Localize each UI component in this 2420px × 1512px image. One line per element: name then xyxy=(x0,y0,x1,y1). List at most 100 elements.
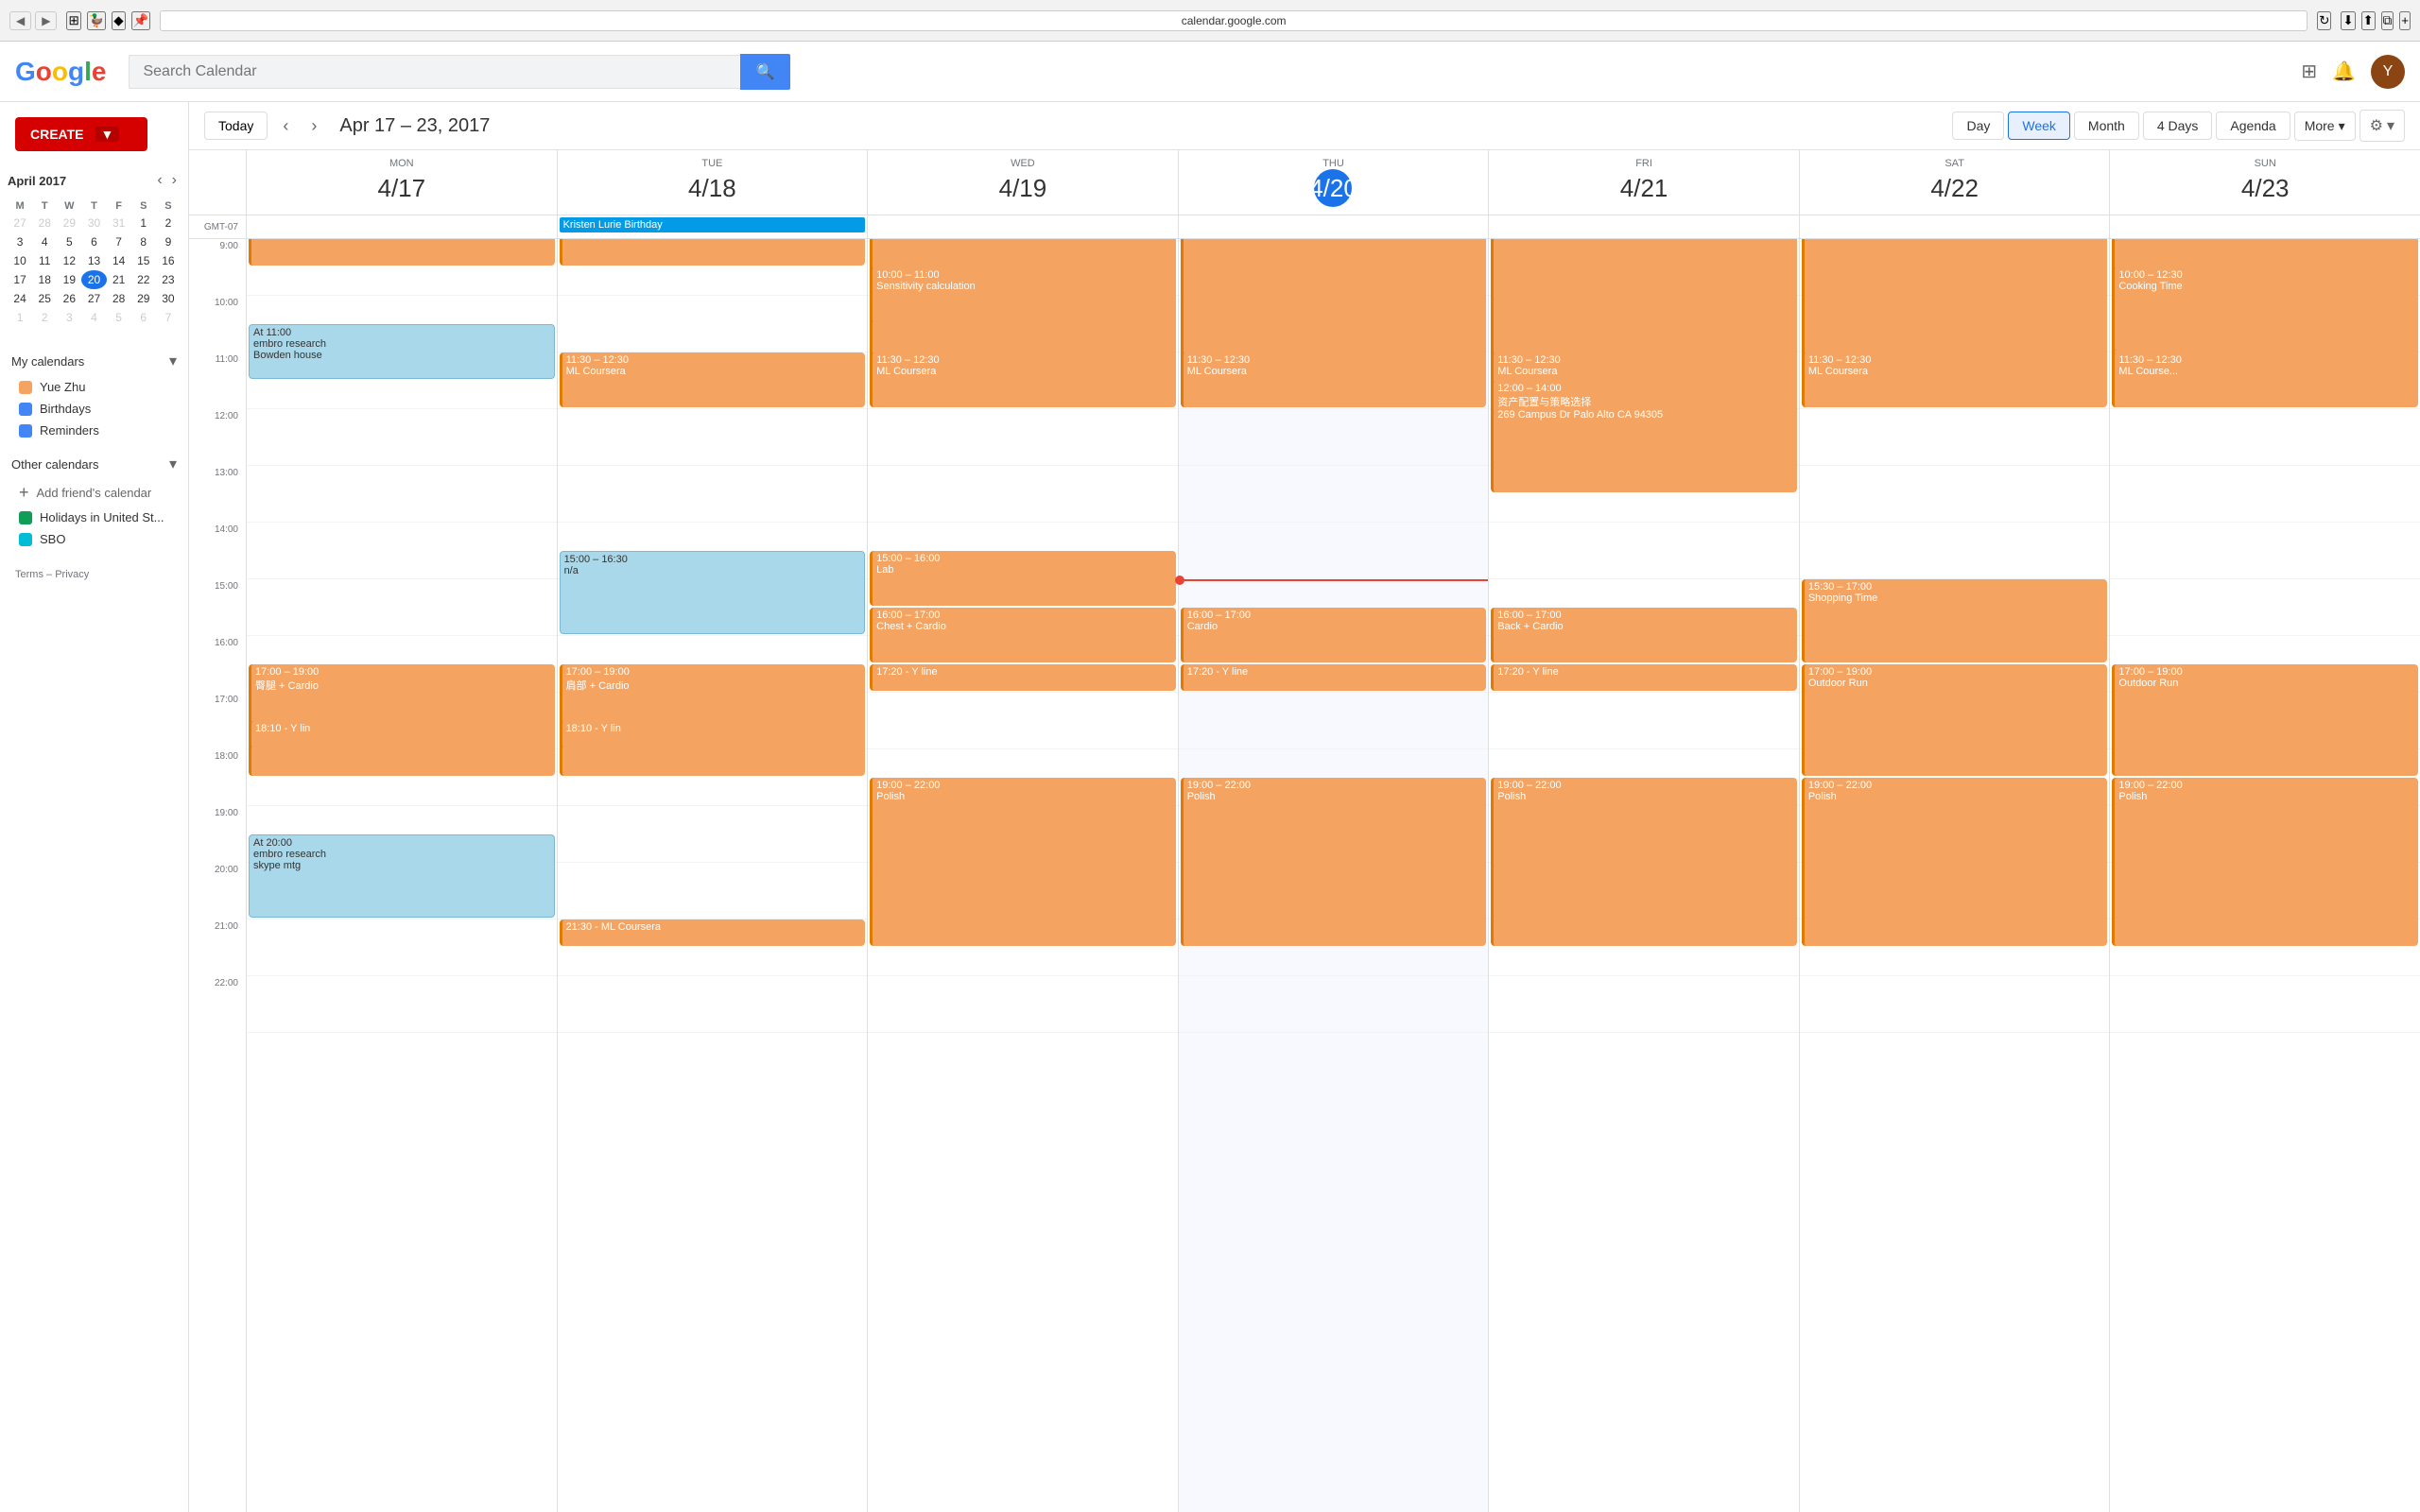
google-logo[interactable]: Google xyxy=(15,57,106,87)
event-block[interactable]: 16:00 – 17:00 Cardio xyxy=(1181,608,1487,662)
event-block[interactable]: 11:30 – 12:30 ML Coursera xyxy=(870,352,1176,407)
day-num-fri[interactable]: 4/21 xyxy=(1625,169,1663,207)
share-button[interactable]: ⬆ xyxy=(2361,11,2376,30)
mini-cal-day[interactable]: 25 xyxy=(32,289,57,308)
other-calendar-item[interactable]: SBO xyxy=(8,528,181,550)
notifications-icon[interactable]: 🔔 xyxy=(2332,60,2356,83)
tab-extensions[interactable]: 🦆 xyxy=(87,11,107,30)
mini-cal-day[interactable]: 12 xyxy=(57,251,81,270)
event-block[interactable]: 11:30 – 12:30 ML Course... xyxy=(2112,352,2418,407)
mini-cal-day[interactable]: 6 xyxy=(81,232,106,251)
privacy-link[interactable]: Privacy xyxy=(55,569,89,580)
mini-cal-day[interactable]: 1 xyxy=(8,308,32,327)
event-block[interactable]: 16:00 – 17:00 Chest + Cardio xyxy=(870,608,1176,662)
mini-cal-day[interactable]: 24 xyxy=(8,289,32,308)
event-block[interactable]: At 20:00 embro research skype mtg xyxy=(249,834,555,918)
allday-event[interactable]: Kristen Lurie Birthday xyxy=(560,217,866,232)
mini-cal-day[interactable]: 3 xyxy=(8,232,32,251)
event-block[interactable]: 11:30 – 12:30 ML Coursera xyxy=(560,352,866,407)
view-more-button[interactable]: More ▾ xyxy=(2294,112,2356,141)
event-block[interactable]: 10:00 – 12:30 Cooking Time xyxy=(2112,267,2418,351)
mini-cal-day[interactable]: 31 xyxy=(107,214,131,232)
avatar[interactable]: Y xyxy=(2371,55,2405,89)
event-block[interactable]: At 11:00 embro research Bowden house xyxy=(249,324,555,379)
day-header-mon[interactable]: MON4/17 xyxy=(246,150,557,215)
mini-cal-day[interactable]: 6 xyxy=(131,308,156,327)
mini-cal-day[interactable]: 29 xyxy=(57,214,81,232)
event-block[interactable]: 21:30 - ML Coursera xyxy=(560,919,866,946)
event-block[interactable]: 18:10 - Y lin xyxy=(560,721,866,747)
view-month-button[interactable]: Month xyxy=(2074,112,2139,140)
my-calendar-item[interactable]: Birthdays xyxy=(8,398,181,420)
day-header-tue[interactable]: TUE4/18 xyxy=(557,150,868,215)
prev-week-button[interactable]: ‹ xyxy=(275,112,296,140)
mini-cal-day[interactable]: 4 xyxy=(81,308,106,327)
forward-button[interactable]: ▶ xyxy=(35,11,57,30)
mini-cal-day[interactable]: 17 xyxy=(8,270,32,289)
day-header-sun[interactable]: SUN4/23 xyxy=(2109,150,2420,215)
event-block[interactable]: 10:00 – 11:00 Sensitivity calculation xyxy=(870,267,1176,322)
next-week-button[interactable]: › xyxy=(303,112,324,140)
mini-cal-day[interactable]: 2 xyxy=(32,308,57,327)
my-calendars-header[interactable]: My calendars ▾ xyxy=(8,346,181,376)
day-num-sat[interactable]: 4/22 xyxy=(1936,169,1974,207)
mini-cal-day[interactable]: 7 xyxy=(156,308,181,327)
mini-cal-day[interactable]: 20 xyxy=(81,270,106,289)
event-block[interactable]: 17:20 - Y line xyxy=(870,664,1176,691)
event-block[interactable]: 15:00 – 16:30 n/a xyxy=(560,551,866,634)
event-block[interactable]: 11:30 – 12:30 ML Coursera xyxy=(1181,352,1487,407)
mini-cal-day[interactable]: 30 xyxy=(81,214,106,232)
mini-cal-day[interactable]: 28 xyxy=(107,289,131,308)
event-block[interactable]: 19:00 – 22:00 Polish xyxy=(1802,778,2108,946)
day-num-thu[interactable]: 4/20 xyxy=(1314,169,1352,207)
fullscreen-button[interactable]: ⧉ xyxy=(2381,11,2394,30)
view-4days-button[interactable]: 4 Days xyxy=(2143,112,2213,140)
today-button[interactable]: Today xyxy=(204,112,268,140)
mini-cal-day[interactable]: 27 xyxy=(8,214,32,232)
mini-cal-day[interactable]: 19 xyxy=(57,270,81,289)
event-block[interactable]: 12:00 – 14:00 资产配置与策略选择 269 Campus Dr Pa… xyxy=(1491,381,1797,492)
create-button[interactable]: CREATE ▼ xyxy=(15,117,147,151)
event-block[interactable]: 15:30 – 17:00 Shopping Time xyxy=(1802,579,2108,662)
event-block[interactable]: 08:30 – 09:30 OCT Daily xyxy=(249,239,555,266)
back-button[interactable]: ◀ xyxy=(9,11,31,30)
event-block[interactable]: 08:30 – 09:30 OCT Daily xyxy=(560,239,866,266)
view-day-button[interactable]: Day xyxy=(1952,112,2004,140)
event-block[interactable]: 17:00 – 19:00 Outdoor Run xyxy=(1802,664,2108,776)
day-num-sun[interactable]: 4/23 xyxy=(2246,169,2284,207)
event-block[interactable]: 17:00 – 19:00 Outdoor Run xyxy=(2112,664,2418,776)
mini-cal-day[interactable]: 13 xyxy=(81,251,106,270)
mini-cal-day[interactable]: 11 xyxy=(32,251,57,270)
event-block[interactable]: 19:00 – 22:00 Polish xyxy=(1181,778,1487,946)
day-header-sat[interactable]: SAT4/22 xyxy=(1799,150,2110,215)
mini-cal-title[interactable]: April 2017 xyxy=(8,174,66,188)
event-block[interactable]: 18:10 - Y lin xyxy=(249,721,555,747)
mini-cal-day[interactable]: 29 xyxy=(131,289,156,308)
new-tab-button[interactable]: + xyxy=(2399,11,2411,30)
day-header-fri[interactable]: FRI4/21 xyxy=(1488,150,1799,215)
mini-cal-day[interactable]: 5 xyxy=(107,308,131,327)
event-block[interactable]: 17:00 – 19:00 肩部 + Cardio xyxy=(560,664,866,776)
mini-cal-day[interactable]: 21 xyxy=(107,270,131,289)
search-input[interactable] xyxy=(129,55,739,89)
day-num-tue[interactable]: 4/18 xyxy=(693,169,731,207)
mini-cal-day[interactable]: 22 xyxy=(131,270,156,289)
mini-cal-day[interactable]: 4 xyxy=(32,232,57,251)
mini-cal-day[interactable]: 16 xyxy=(156,251,181,270)
mini-cal-day[interactable]: 14 xyxy=(107,251,131,270)
mini-cal-day[interactable]: 8 xyxy=(131,232,156,251)
tab-pin2[interactable]: 📌 xyxy=(131,11,151,30)
mini-cal-day[interactable]: 3 xyxy=(57,308,81,327)
mini-cal-day[interactable]: 27 xyxy=(81,289,106,308)
mini-cal-day[interactable]: 18 xyxy=(32,270,57,289)
address-bar[interactable]: calendar.google.com xyxy=(160,10,2308,31)
mini-cal-day[interactable]: 2 xyxy=(156,214,181,232)
event-block[interactable]: 16:00 – 17:00 Back + Cardio xyxy=(1491,608,1797,662)
event-block[interactable]: 17:20 - Y line xyxy=(1181,664,1487,691)
mini-cal-day[interactable]: 23 xyxy=(156,270,181,289)
mini-cal-day[interactable]: 5 xyxy=(57,232,81,251)
day-num-mon[interactable]: 4/17 xyxy=(383,169,421,207)
tab-overview[interactable]: ⊞ xyxy=(66,11,80,30)
view-week-button[interactable]: Week xyxy=(2008,112,2070,140)
mini-cal-day[interactable]: 26 xyxy=(57,289,81,308)
